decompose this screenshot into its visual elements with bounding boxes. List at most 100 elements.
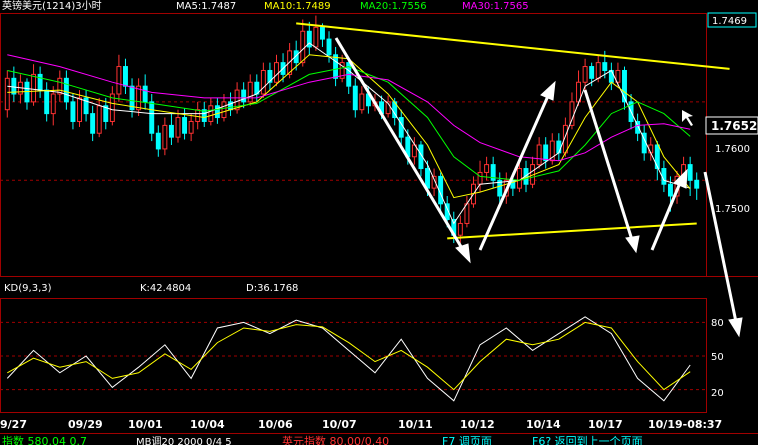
candle-body <box>425 168 430 189</box>
footer-mb[interactable]: MB调20 2000 0/4 5 <box>136 436 232 445</box>
kd-indicator-label: KD(9,3,3) <box>4 283 52 294</box>
candle-body <box>4 77 10 111</box>
time-tick: 10/12 <box>460 418 495 431</box>
candle-body <box>208 105 214 122</box>
price-panel-frame <box>0 13 707 277</box>
candle-body <box>168 124 174 138</box>
candle-body <box>654 144 660 170</box>
candle-body <box>241 89 247 103</box>
ma5-label: MA5:1.7487 <box>176 1 236 12</box>
time-tick: 10/07 <box>322 418 357 431</box>
time-tick: 10/17 <box>588 418 623 431</box>
candle-body <box>536 144 542 166</box>
candle-body <box>70 101 76 122</box>
candle-body <box>300 30 306 64</box>
candle-body <box>195 109 201 122</box>
footer-f6[interactable]: F6? 返回到上一个页面 <box>532 435 643 445</box>
kd-d-value: D:36.1768 <box>246 283 298 294</box>
candle-body <box>57 77 63 95</box>
candle-body <box>667 183 673 197</box>
candle-body <box>326 38 332 56</box>
candle-body <box>188 120 194 134</box>
footer-usd-index[interactable]: 英元指数 80.00/0.40 <box>282 434 389 445</box>
candle-body <box>543 144 549 162</box>
time-axis: 9/27 09/29 10/01 10/04 10/06 10/07 10/11 10/12 1… <box>0 418 722 431</box>
current-price-label: 1.7652 <box>711 119 757 133</box>
time-tick: 9/27 <box>0 418 27 431</box>
trendline-0 <box>296 22 730 70</box>
time-tick: 10/04 <box>190 418 225 431</box>
candle-body <box>556 140 562 154</box>
analysis-arrows <box>334 37 743 338</box>
moving-averages <box>7 42 691 225</box>
candle-body <box>63 77 69 103</box>
candle-body <box>359 93 365 111</box>
price-tick-1.7500: 1.7500 <box>715 204 750 215</box>
candle-body <box>116 66 122 95</box>
kd-tick-20: 20 <box>711 388 724 399</box>
time-tick: 10/19-08:37 <box>648 418 722 431</box>
footer-f7[interactable]: F7 调页面 <box>442 435 492 445</box>
time-tick: 09/29 <box>68 418 103 431</box>
symbol-label: 英镑美元(1214)3小时 <box>2 0 102 12</box>
candle-body <box>595 62 601 79</box>
candle-body <box>247 81 253 103</box>
kd-tick-50: 50 <box>711 352 724 363</box>
candle-body <box>50 93 56 115</box>
price-axis: 1.7469 1.7652 1.7600 1.7500 <box>705 12 758 215</box>
trendlines <box>296 22 730 240</box>
candle-body <box>457 222 463 236</box>
candle-body <box>477 171 483 185</box>
candle-body <box>313 26 319 48</box>
ma30-label: MA30:1.7565 <box>462 1 529 12</box>
time-tick: 10/01 <box>128 418 163 431</box>
candle-body <box>44 89 50 115</box>
candle-body <box>142 85 148 103</box>
candle-body <box>37 73 43 91</box>
candle-body <box>96 105 102 134</box>
ma20-label: MA20:1.7556 <box>360 1 427 12</box>
candle-body <box>516 168 522 189</box>
candle-body <box>90 113 96 134</box>
candle-body <box>155 132 161 150</box>
candle-body <box>175 117 181 138</box>
candle-body <box>31 73 37 103</box>
cursor-arrow-icon <box>682 110 693 126</box>
footer-index[interactable]: 指数 580.04 0.7 <box>2 434 87 445</box>
kd-k-line <box>6 316 691 402</box>
candlestick-series <box>4 15 700 244</box>
chart-canvas: 英镑美元(1214)3小时 MA5:1.7487 MA10:1.7489 MA2… <box>0 0 758 445</box>
candle-body <box>687 164 693 181</box>
candle-body <box>214 105 220 119</box>
arrow-down-1-icon <box>334 37 471 264</box>
ma5-line <box>7 42 691 225</box>
time-tick: 10/11 <box>398 418 433 431</box>
candle-body <box>464 203 470 224</box>
candle-body <box>484 164 490 173</box>
candle-body <box>352 85 358 111</box>
kd-tick-80: 80 <box>711 318 724 329</box>
candle-body <box>602 62 608 71</box>
top-price-tick: 1.7469 <box>712 16 747 27</box>
candle-body <box>589 66 595 79</box>
candle-body <box>162 124 168 150</box>
kd-k-value: K:42.4804 <box>140 283 191 294</box>
candle-body <box>123 66 128 87</box>
candle-body <box>582 66 588 83</box>
candle-body <box>182 117 188 134</box>
candle-body <box>260 69 266 95</box>
candle-body <box>398 117 404 138</box>
candle-body <box>694 179 700 189</box>
arrow-down-3-icon <box>703 171 743 338</box>
ma10-label: MA10:1.7489 <box>264 1 331 12</box>
price-tick-1.7600: 1.7600 <box>715 144 750 155</box>
candle-body <box>319 26 325 40</box>
candle-body <box>77 97 82 122</box>
time-tick: 10/06 <box>258 418 293 431</box>
time-tick: 10/14 <box>526 418 561 431</box>
candle-body <box>221 101 227 119</box>
candle-body <box>333 54 339 79</box>
kd-lines <box>6 316 691 402</box>
candle-body <box>149 101 155 134</box>
candle-body <box>274 62 279 83</box>
